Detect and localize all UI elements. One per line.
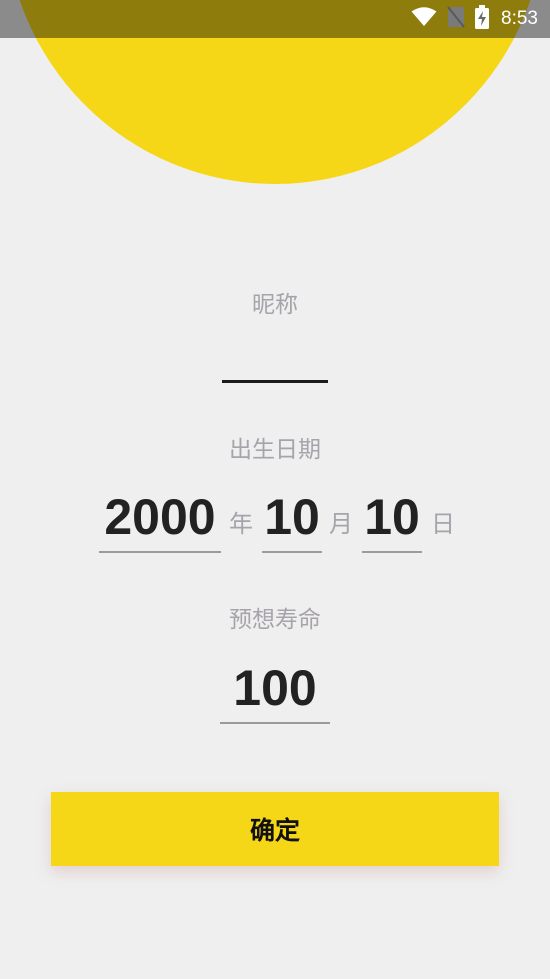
nickname-input[interactable] <box>222 380 328 383</box>
lifespan-input[interactable]: 100 <box>220 660 330 724</box>
battery-charging-icon <box>475 5 490 33</box>
confirm-button[interactable]: 确定 <box>51 792 499 866</box>
status-time: 8:53 <box>501 8 538 29</box>
birthdate-label: 出生日期 <box>229 437 321 463</box>
wifi-icon <box>411 7 437 31</box>
birth-year-input[interactable]: 2000 <box>99 489 221 553</box>
month-unit-label: 月 <box>329 510 353 538</box>
birth-month-input[interactable]: 10 <box>262 489 322 553</box>
year-unit-label: 年 <box>229 510 253 538</box>
status-bar: 8:53 <box>0 0 550 38</box>
nickname-label: 昵称 <box>252 292 298 318</box>
lifespan-label: 预想寿命 <box>229 607 321 633</box>
no-sim-icon <box>447 6 465 32</box>
day-unit-label: 日 <box>431 510 455 538</box>
status-icons: 8:53 <box>411 0 538 38</box>
birth-day-input[interactable]: 10 <box>362 489 422 553</box>
